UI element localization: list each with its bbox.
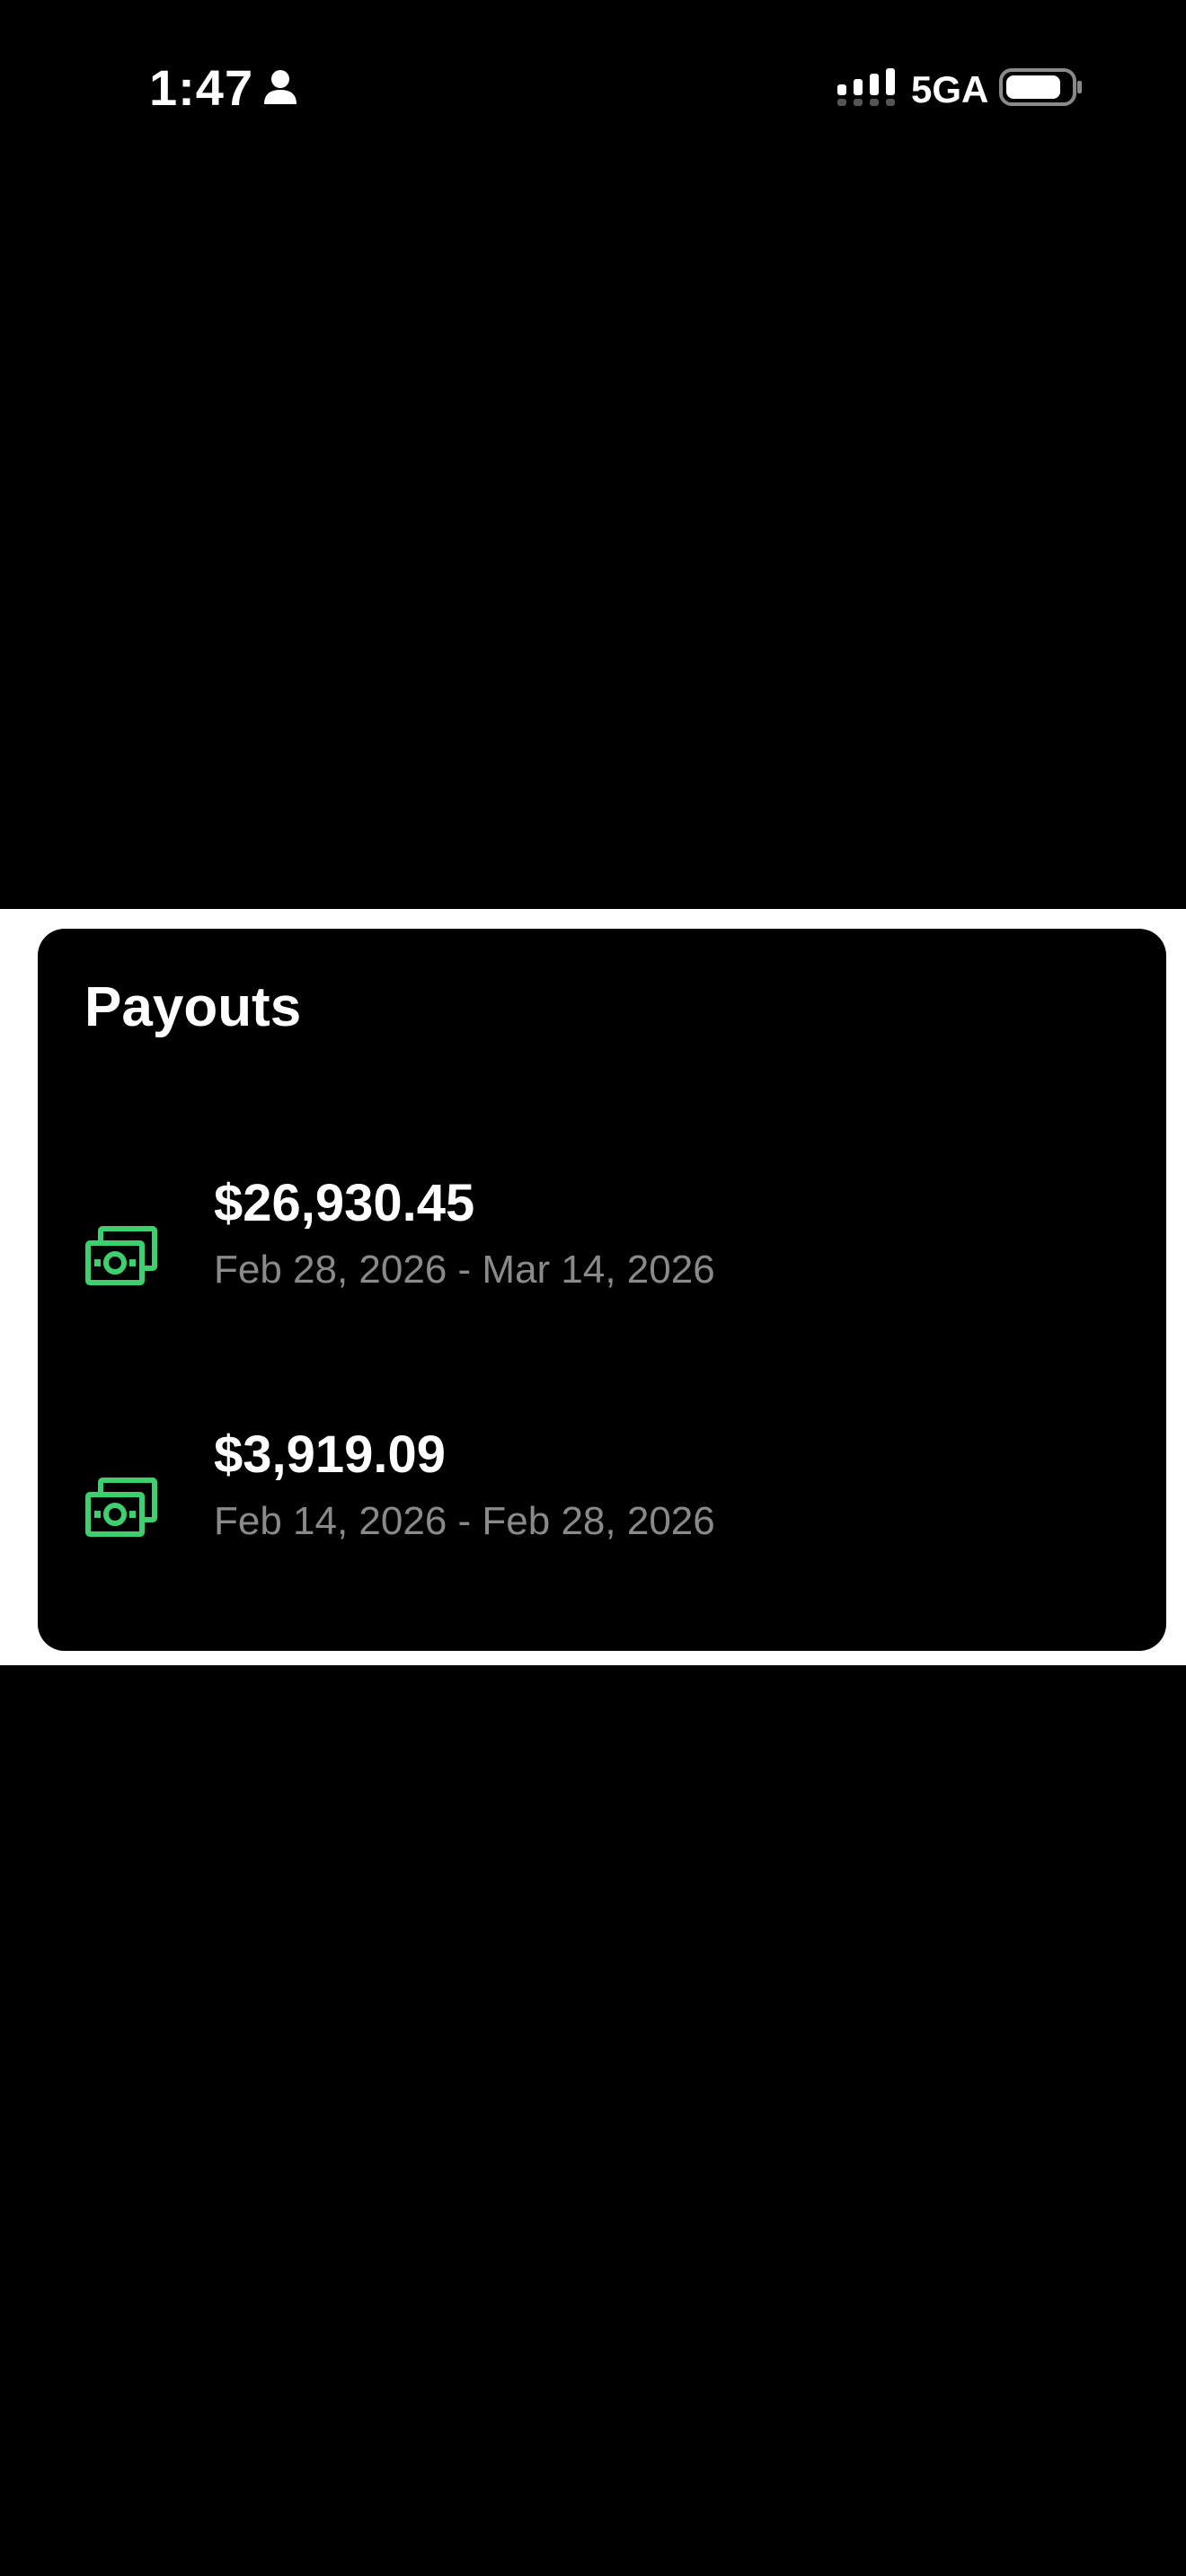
payout-amount: $3,919.09	[214, 1425, 447, 1484]
payouts-card: Payouts $26,930.45 Feb 28, 2026 - Mar 14…	[38, 929, 1166, 1651]
status-time: 1:47	[149, 59, 254, 116]
money-icon	[85, 1226, 157, 1285]
payout-amount: $26,930.45	[214, 1174, 475, 1232]
network-label: 5GA	[911, 68, 989, 110]
status-bar: 1:47 5GA	[0, 0, 1186, 180]
signal-icon	[837, 68, 895, 106]
screen: 1:47 5GA Payouts $26,930.45 Feb 28, 2026…	[0, 0, 1186, 2576]
money-icon	[85, 1478, 157, 1537]
payout-item[interactable]: $3,919.09 Feb 14, 2026 - Feb 28, 2026	[38, 1421, 1166, 1583]
payouts-title: Payouts	[84, 976, 302, 1038]
payout-date-range: Feb 14, 2026 - Feb 28, 2026	[214, 1499, 715, 1543]
battery-icon	[999, 68, 1082, 106]
payout-item[interactable]: $26,930.45 Feb 28, 2026 - Mar 14, 2026	[38, 1169, 1166, 1331]
person-icon	[264, 70, 296, 104]
payout-date-range: Feb 28, 2026 - Mar 14, 2026	[214, 1248, 715, 1292]
